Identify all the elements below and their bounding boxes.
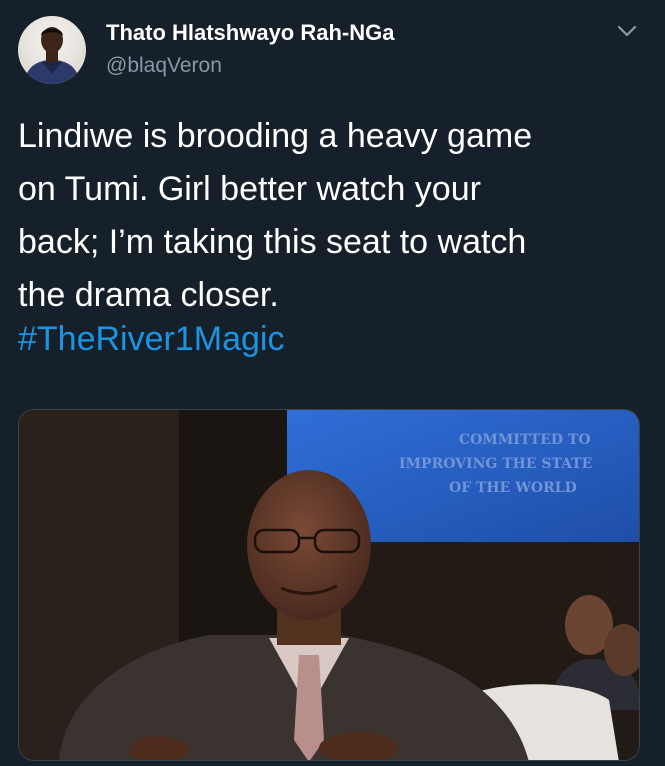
author-display-name[interactable]: Thato Hlatshwayo Rah-NGa	[106, 20, 394, 46]
user-avatar[interactable]	[18, 16, 86, 84]
tweet-card: Thato Hlatshwayo Rah-NGa @blaqVeron Lind…	[0, 0, 665, 766]
chevron-down-icon[interactable]	[616, 22, 638, 40]
author-handle[interactable]: @blaqVeron	[106, 54, 222, 78]
banner-text: IMPROVING THE STATE	[399, 456, 592, 472]
banner-text: COMMITTED TO	[459, 432, 591, 448]
tweet-photo[interactable]: COMMITTED TO IMPROVING THE STATE OF THE …	[18, 409, 640, 761]
banner-text: OF THE WORLD	[449, 480, 577, 496]
tweet-text-line: back; I’m taking this seat to watch	[18, 223, 527, 261]
hashtag-link[interactable]: #TheRiver1Magic	[18, 313, 284, 366]
tweet-text: Lindiwe is brooding a heavy game on Tumi…	[18, 110, 648, 322]
tweet-text-line: Lindiwe is brooding a heavy game	[18, 117, 533, 155]
tweet-text-line: on Tumi. Girl better watch your	[18, 170, 481, 208]
